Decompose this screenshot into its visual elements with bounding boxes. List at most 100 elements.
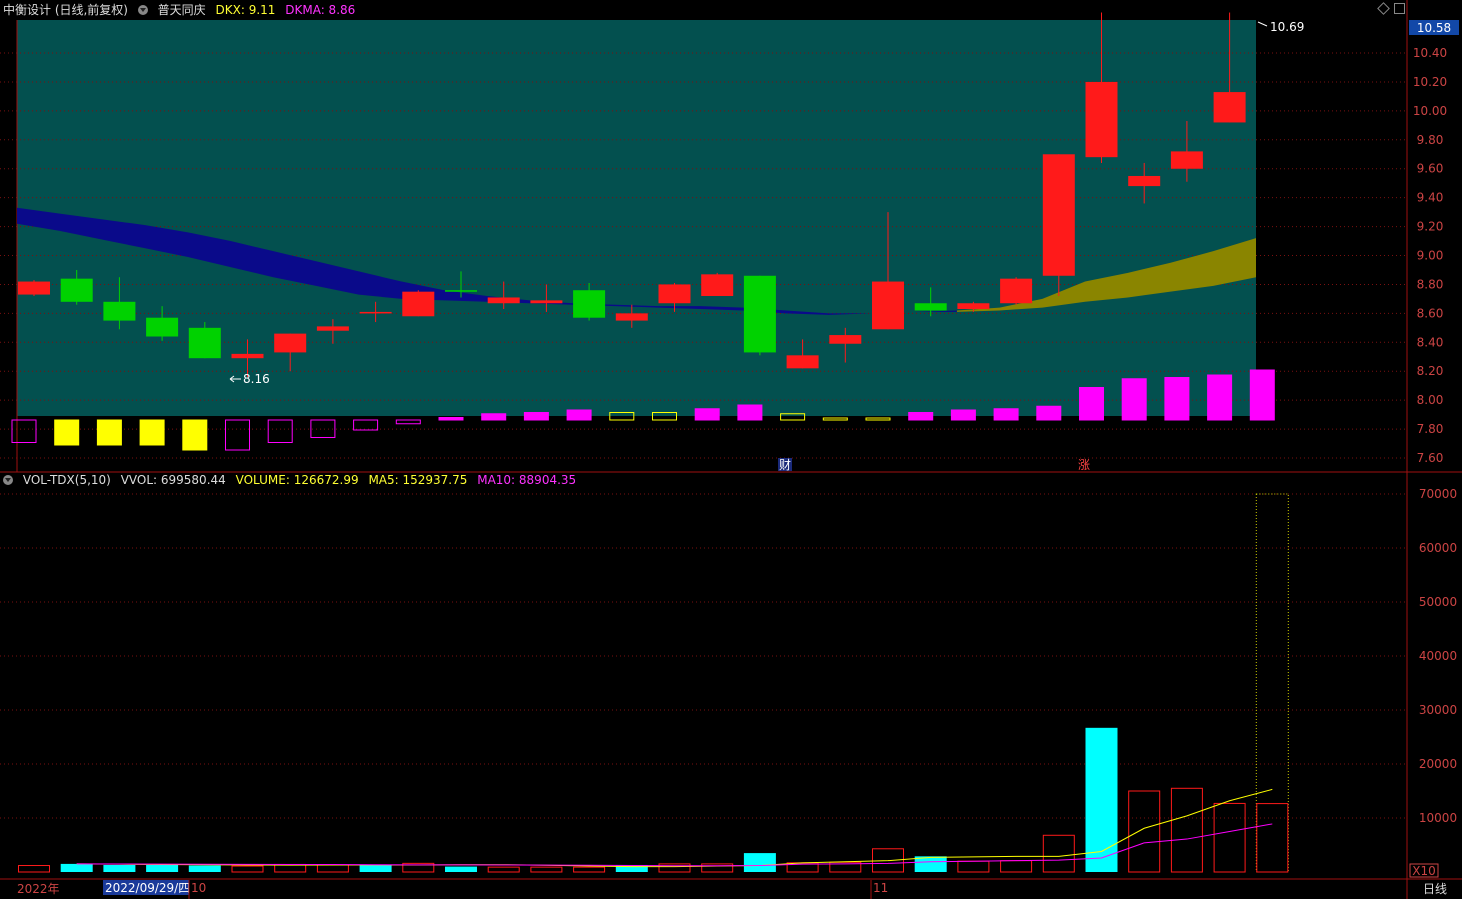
date-cursor-label: 2022/09/29/四 xyxy=(105,881,190,895)
price-tick-label: 8.80 xyxy=(1417,277,1444,291)
maximize-icon[interactable] xyxy=(1394,3,1405,14)
signal-bar xyxy=(11,419,37,443)
signal-bar xyxy=(310,419,336,438)
volume-bar xyxy=(18,865,50,873)
signal-bar xyxy=(1164,377,1190,421)
price-tick-label: 9.00 xyxy=(1417,249,1444,263)
volume-bar xyxy=(445,866,477,872)
candle-body xyxy=(487,297,520,304)
signal-bar xyxy=(737,404,763,421)
high-marker-arrow xyxy=(1257,21,1268,27)
price-tick-label: 7.60 xyxy=(1417,451,1444,465)
volume-tick-label: 60000 xyxy=(1419,541,1457,555)
volume-bar xyxy=(60,863,93,872)
signal-bar xyxy=(1121,378,1147,421)
price-tick-label: 10.00 xyxy=(1413,104,1447,118)
volume-bar xyxy=(1042,834,1075,873)
signal-bar xyxy=(225,419,250,451)
volume-tick-label: 70000 xyxy=(1419,487,1457,501)
candle-body xyxy=(573,290,606,318)
vvol-value: VVOL: 699580.44 xyxy=(120,473,226,487)
candle-body xyxy=(914,303,947,311)
volume-bar xyxy=(188,865,221,872)
projected-volume-bar xyxy=(1255,493,1289,873)
volume-bar xyxy=(743,853,776,872)
volume-bar xyxy=(1213,802,1246,873)
year-label: 2022年 xyxy=(17,882,60,896)
price-tick-label: 10.40 xyxy=(1413,46,1447,60)
month-11-label: 11 xyxy=(873,881,888,895)
price-tick-label: 9.80 xyxy=(1417,133,1444,147)
event-cai-label: 财 xyxy=(779,458,791,472)
price-tick-label: 8.60 xyxy=(1417,306,1444,320)
signal-bar xyxy=(1207,374,1233,421)
signal-bar xyxy=(523,412,549,421)
signal-bar xyxy=(1036,405,1062,421)
signal-bar xyxy=(694,408,720,421)
price-tick-label: 10.20 xyxy=(1413,75,1447,89)
candle-body xyxy=(1042,154,1075,276)
volume-chart-header: VOL-TDX(5,10) VVOL: 699580.44 VOLUME: 12… xyxy=(3,473,582,489)
period-label: 日线 xyxy=(1423,882,1447,896)
volume-bar xyxy=(1170,787,1203,873)
candle-body xyxy=(60,278,93,302)
indicator-name[interactable]: 普天同庆 xyxy=(158,3,206,17)
candle-body xyxy=(274,333,307,353)
signal-bar xyxy=(822,417,848,421)
price-tick-label: 9.40 xyxy=(1417,191,1444,205)
stock-chart[interactable]: 7.60 7.80 8.00 8.20 8.40 8.60 8.80 9.00 9.20 9.40… xyxy=(0,0,1462,899)
candle-body xyxy=(1000,278,1033,304)
candle-body xyxy=(316,326,349,331)
dropdown-icon[interactable] xyxy=(3,475,13,485)
candle-body xyxy=(743,275,776,353)
vol-indicator-name[interactable]: VOL-TDX(5,10) xyxy=(23,473,111,487)
price-tick-label: 8.20 xyxy=(1417,364,1444,378)
dropdown-icon[interactable] xyxy=(137,5,148,15)
candle-body xyxy=(231,353,264,359)
candle-body xyxy=(530,300,563,304)
signal-bar xyxy=(353,419,379,431)
price-tick-label: 7.80 xyxy=(1417,422,1444,436)
price-tick-label: 8.40 xyxy=(1417,335,1444,349)
high-price-marker: 10.69 xyxy=(1270,20,1304,34)
volume-bar xyxy=(957,860,990,873)
volume-bar xyxy=(701,863,734,873)
candle-body xyxy=(1170,151,1203,169)
stock-title[interactable]: 中衡设计 (日线,前复权) xyxy=(3,3,128,17)
ma5-value: MA5: 152937.75 xyxy=(368,473,468,487)
volume-bar xyxy=(1085,727,1118,872)
signal-bar xyxy=(438,417,464,421)
signal-bar xyxy=(139,419,165,446)
volume-tick-label: 20000 xyxy=(1419,757,1457,771)
month-10-label: 10 xyxy=(191,881,206,895)
volume-tick-label: 40000 xyxy=(1419,649,1457,663)
signal-bar xyxy=(908,412,934,421)
price-tick-label: 9.60 xyxy=(1417,162,1444,176)
x10-label: X10 xyxy=(1412,864,1436,878)
candle-body xyxy=(103,301,136,321)
signal-bar xyxy=(865,417,891,421)
volume-bar xyxy=(658,863,691,873)
signal-bar xyxy=(950,409,976,421)
signal-bar xyxy=(267,419,293,443)
signal-bar xyxy=(566,409,592,421)
price-tick-label: 9.20 xyxy=(1417,220,1444,234)
candle-body xyxy=(957,303,990,310)
signal-bar xyxy=(1079,387,1104,421)
volume-bar xyxy=(487,866,520,873)
volume-bar xyxy=(103,864,136,872)
volume-tick-label: 10000 xyxy=(1419,811,1457,825)
candle-body xyxy=(146,317,179,337)
volume-bar xyxy=(573,866,606,873)
candle-body xyxy=(829,335,862,344)
signal-bar xyxy=(96,419,122,446)
candle-body xyxy=(445,290,477,292)
event-zhang-label: 涨 xyxy=(1078,457,1090,472)
signal-bar xyxy=(395,419,421,425)
low-price-marker: 8.16 xyxy=(243,372,270,386)
volume-value: VOLUME: 126672.99 xyxy=(235,473,359,487)
volume-bar xyxy=(1256,803,1289,873)
volume-tick-label: 50000 xyxy=(1419,595,1457,609)
dkma-value: DKMA: 8.86 xyxy=(285,3,356,17)
signal-bar xyxy=(1249,369,1275,421)
